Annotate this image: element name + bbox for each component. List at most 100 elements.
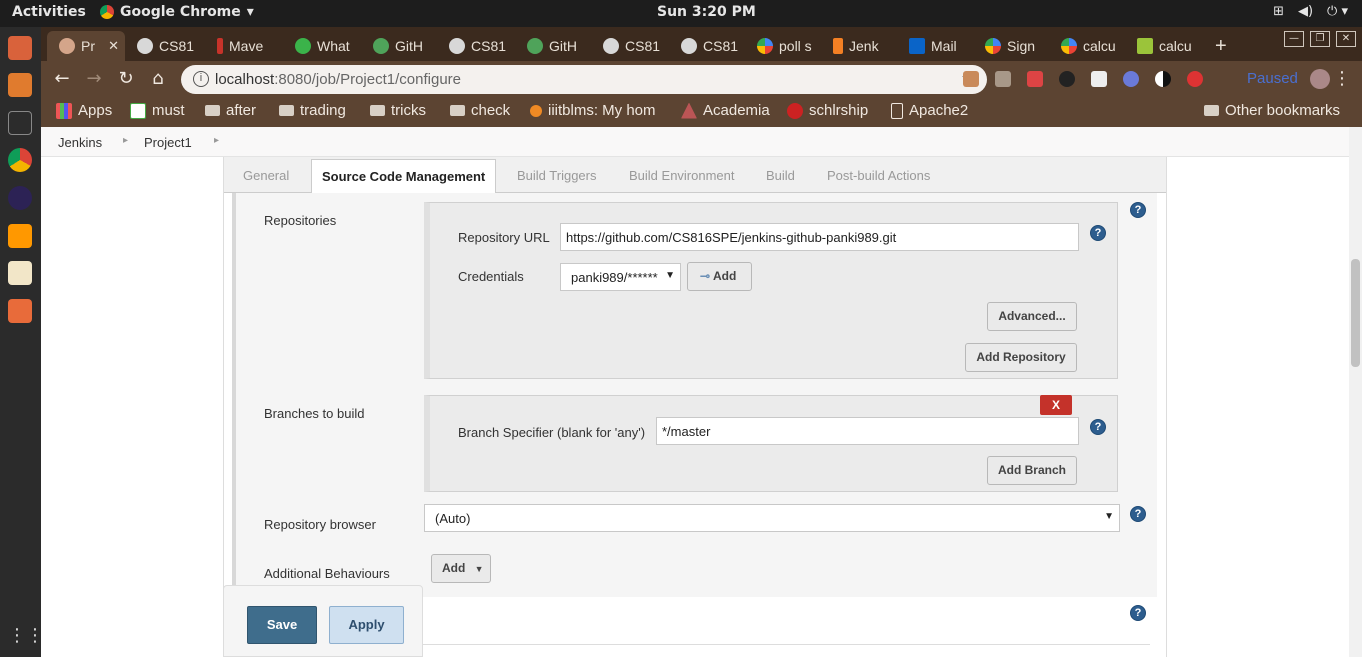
activities-button[interactable]: Activities	[12, 4, 86, 20]
bookmark-iiitblms[interactable]: iiitblms: My hom	[530, 102, 702, 119]
save-button[interactable]: Save	[247, 606, 317, 644]
site-icon	[787, 102, 803, 119]
home-icon[interactable]: ⌂	[147, 68, 169, 90]
extension-icon[interactable]	[995, 71, 1011, 87]
tab-general[interactable]: General	[243, 168, 289, 183]
help-icon[interactable]: ?	[1090, 419, 1106, 435]
close-icon[interactable]: ✕	[108, 38, 125, 54]
breadcrumb-jenkins[interactable]: Jenkins	[58, 135, 102, 150]
tab-build-triggers[interactable]: Build Triggers	[517, 168, 596, 183]
power-icon[interactable]: ⏻ ▾	[1327, 4, 1348, 19]
info-icon[interactable]: i	[193, 71, 209, 87]
google-icon	[985, 38, 1001, 54]
bookmark-schlrship[interactable]: schlrship	[787, 102, 868, 119]
address-bar[interactable]: i localhost:8080/job/Project1/configure …	[181, 65, 987, 94]
scrollbar[interactable]	[1349, 127, 1362, 657]
bookmark-must[interactable]: must	[130, 102, 185, 119]
forward-icon[interactable]: →	[83, 68, 105, 90]
tab-jenkins-active[interactable]: Pr ✕	[47, 31, 125, 61]
tab[interactable]: Mail	[897, 31, 973, 61]
network-icon[interactable]: ⊞	[1273, 4, 1284, 19]
tab[interactable]: CS81	[591, 31, 669, 61]
clock[interactable]: Sun 3:20 PM	[657, 4, 756, 20]
tab[interactable]: GitH	[515, 31, 591, 61]
bookmark-other[interactable]: Other bookmarks	[1204, 102, 1340, 119]
tab-post-build-actions[interactable]: Post-build Actions	[827, 168, 930, 183]
help-icon[interactable]: ?	[1090, 225, 1106, 241]
profile-paused-button[interactable]: Paused	[1239, 66, 1338, 92]
bookmark-apache2[interactable]: Apache2	[891, 102, 968, 119]
volume-icon[interactable]: ◀)	[1298, 4, 1313, 19]
repository-url-field[interactable]: https://github.com/CS816SPE/jenkins-gith…	[560, 223, 1079, 251]
bookmark-apps[interactable]: Apps	[56, 102, 112, 119]
scrollbar-thumb[interactable]	[1351, 259, 1360, 367]
repository-browser-value: (Auto)	[435, 511, 471, 526]
apply-button[interactable]: Apply	[329, 606, 404, 644]
add-branch-button[interactable]: Add Branch	[987, 456, 1077, 485]
extension-icon[interactable]	[1059, 71, 1075, 87]
dropdown-arrow-icon: ▼	[1104, 511, 1114, 522]
breadcrumb-project1[interactable]: Project1	[144, 135, 192, 150]
add-repository-button[interactable]: Add Repository	[965, 343, 1077, 372]
advanced-button[interactable]: Advanced...	[987, 302, 1077, 331]
restore-icon[interactable]: ❐	[1310, 31, 1330, 47]
bookmark-tricks[interactable]: tricks	[370, 102, 426, 119]
minimize-icon[interactable]: —	[1284, 31, 1304, 47]
tab-label: CS81	[625, 38, 661, 54]
tab[interactable]: What	[283, 31, 361, 61]
bookmark-after[interactable]: after	[205, 102, 256, 119]
extension-icon[interactable]	[1123, 71, 1139, 87]
tab-label: Mave	[229, 38, 264, 54]
tab[interactable]: GitH	[361, 31, 437, 61]
credentials-select[interactable]: panki989/****** ▼	[560, 263, 681, 291]
add-credentials-button[interactable]: ⊸ Add	[687, 262, 752, 291]
help-icon[interactable]: ?	[1130, 605, 1146, 621]
close-window-icon[interactable]: ✕	[1336, 31, 1356, 47]
tab[interactable]: Sign	[973, 31, 1049, 61]
eclipse-icon[interactable]	[8, 186, 32, 210]
add-behaviour-button[interactable]: Add ▼	[431, 554, 491, 583]
folder-icon	[279, 105, 294, 116]
tab-build-environment[interactable]: Build Environment	[629, 168, 735, 183]
reload-icon[interactable]: ↻	[115, 68, 137, 90]
tab[interactable]: CS81	[125, 31, 205, 61]
branch-specifier-label: Branch Specifier (blank for 'any')	[458, 425, 646, 440]
delete-branch-button[interactable]: X	[1040, 395, 1072, 415]
tab-label: Mail	[931, 38, 957, 54]
tab[interactable]: Mave	[205, 31, 283, 61]
extension-icon[interactable]	[1027, 71, 1043, 87]
adblock-icon[interactable]	[1187, 71, 1203, 87]
tab[interactable]: calcu	[1049, 31, 1125, 61]
outlook-icon	[909, 38, 925, 54]
tab[interactable]: poll s	[745, 31, 821, 61]
extension-icon[interactable]	[1091, 71, 1107, 87]
tab[interactable]: Jenk	[821, 31, 897, 61]
text-editor-icon[interactable]	[8, 261, 32, 285]
help-icon[interactable]: ?	[1130, 202, 1146, 218]
bookmark-check[interactable]: check	[450, 102, 510, 119]
bookmark-label: trading	[300, 102, 346, 119]
tab[interactable]: CS81	[669, 31, 745, 61]
new-tab-button[interactable]: +	[1203, 31, 1233, 61]
document-viewer-icon[interactable]	[8, 299, 32, 323]
files-icon[interactable]	[8, 36, 32, 60]
bookmark-trading[interactable]: trading	[279, 102, 346, 119]
software-center-icon[interactable]	[8, 73, 32, 97]
terminal-icon[interactable]	[8, 111, 32, 135]
tab-source-code-management[interactable]: Source Code Management	[311, 159, 497, 194]
tab-build[interactable]: Build	[766, 168, 795, 183]
show-apps-icon[interactable]: ⋮⋮	[8, 625, 44, 649]
tab[interactable]: calcu	[1125, 31, 1203, 61]
repository-browser-select[interactable]: (Auto) ▼	[424, 504, 1120, 532]
extension-icon[interactable]	[963, 71, 979, 87]
back-icon[interactable]: ←	[51, 68, 73, 90]
help-icon[interactable]: ?	[1130, 506, 1146, 522]
bookmark-academia[interactable]: Academia	[681, 102, 770, 119]
chrome-icon[interactable]	[8, 148, 32, 172]
app-menu[interactable]: Google Chrome ▾	[100, 4, 254, 20]
sublime-icon[interactable]	[8, 224, 32, 248]
dark-mode-icon[interactable]	[1155, 71, 1171, 87]
menu-icon[interactable]: ⋮	[1331, 68, 1353, 90]
branch-specifier-field[interactable]: */master	[656, 417, 1079, 445]
tab[interactable]: CS81	[437, 31, 515, 61]
